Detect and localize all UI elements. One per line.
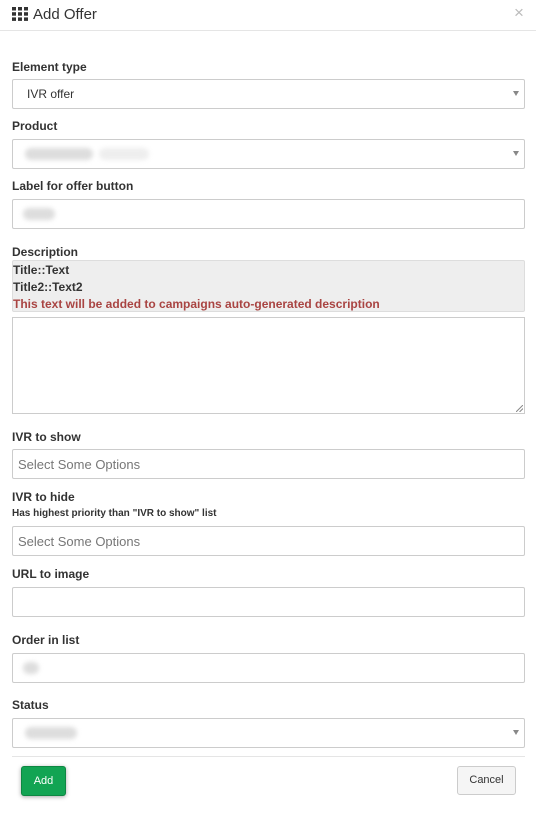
ivr-show-label: IVR to show	[12, 430, 81, 444]
modal-title: Add Offer	[33, 6, 97, 23]
description-help: Title::Text Title2::Text2 This text will…	[12, 260, 525, 312]
offer-button-input[interactable]	[12, 199, 525, 229]
chevron-down-icon	[513, 730, 519, 735]
order-input[interactable]	[12, 653, 525, 683]
cancel-button[interactable]: Cancel	[457, 766, 516, 795]
product-value-redacted-tail	[99, 148, 149, 160]
element-type-label: Element type	[12, 60, 87, 74]
modal-header: Add Offer ×	[0, 0, 536, 31]
order-value-redacted	[23, 662, 39, 674]
offer-button-value-redacted	[23, 208, 55, 220]
chevron-down-icon	[513, 151, 519, 156]
ivr-hide-multiselect[interactable]: Select Some Options	[12, 526, 525, 556]
ivr-hide-placeholder: Select Some Options	[18, 534, 141, 549]
chevron-down-icon	[513, 91, 519, 96]
ivr-hide-label: IVR to hide	[12, 490, 75, 504]
description-textarea[interactable]	[12, 317, 525, 414]
ivr-show-multiselect[interactable]: Select Some Options	[12, 449, 525, 479]
status-label: Status	[12, 698, 49, 712]
ivr-hide-hint: Has highest priority than "IVR to show" …	[12, 508, 217, 519]
status-select[interactable]	[12, 718, 525, 748]
url-image-label: URL to image	[12, 567, 90, 581]
help-warning: This text will be added to campaigns aut…	[13, 297, 380, 311]
help-line-1: Title::Text	[13, 263, 70, 277]
add-button[interactable]: Add	[21, 766, 66, 796]
element-type-value: IVR offer	[27, 87, 75, 101]
product-label: Product	[12, 119, 58, 133]
order-label: Order in list	[12, 633, 80, 647]
url-image-input[interactable]	[12, 587, 525, 617]
product-select[interactable]	[12, 139, 525, 169]
resize-grip-icon[interactable]	[516, 405, 523, 412]
status-value-redacted	[25, 727, 77, 739]
ivr-show-placeholder: Select Some Options	[18, 457, 141, 472]
close-icon[interactable]: ×	[512, 4, 526, 22]
product-value-redacted	[25, 148, 93, 160]
element-type-select[interactable]: IVR offer	[12, 79, 525, 109]
help-line-2: Title2::Text2	[13, 280, 83, 294]
offer-button-label: Label for offer button	[12, 179, 134, 193]
description-label: Description	[12, 245, 79, 259]
footer-divider	[12, 756, 525, 757]
grid-icon	[12, 7, 28, 21]
